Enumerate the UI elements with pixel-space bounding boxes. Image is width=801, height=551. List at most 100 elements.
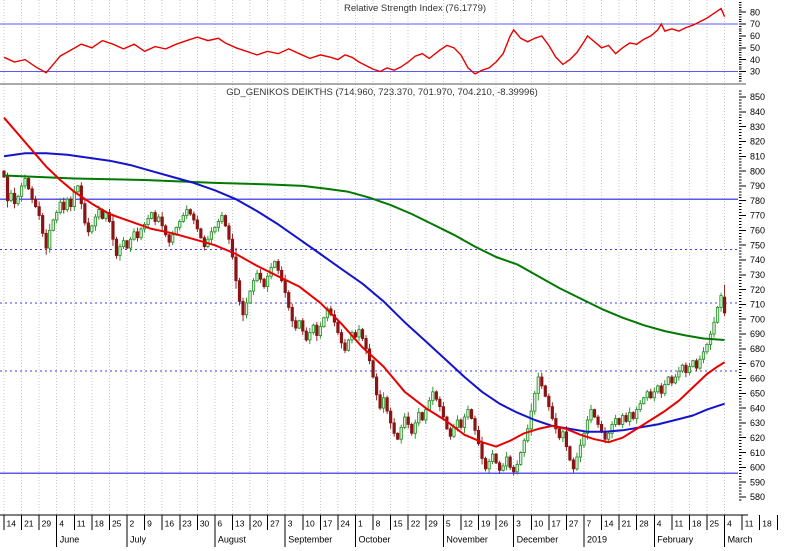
price-tick-label: 790	[750, 181, 765, 191]
candle-body	[164, 225, 168, 236]
candle-body	[606, 432, 611, 440]
rsi-tick-label: 30	[750, 67, 760, 77]
candle-body	[192, 213, 196, 221]
week-date-label: 10	[305, 519, 315, 529]
candle-body	[304, 330, 308, 341]
candle-body	[462, 416, 467, 428]
candle-body	[592, 409, 597, 418]
candle-body	[153, 212, 157, 222]
candle-body	[23, 178, 27, 187]
candle-body	[294, 320, 298, 329]
candle-body	[680, 364, 684, 372]
month-label: July	[130, 535, 147, 545]
candle-body	[167, 234, 171, 243]
candle-body	[209, 231, 213, 240]
candle-body	[30, 188, 34, 200]
candle-body	[642, 397, 646, 405]
candle-body	[276, 261, 280, 271]
price-tick-label: 600	[750, 463, 765, 473]
candle-body	[427, 400, 431, 410]
week-date-label: 3	[516, 519, 521, 529]
candle-body	[666, 376, 670, 385]
week-date-label: 1	[358, 519, 363, 529]
candle-body	[469, 409, 474, 419]
price-tick-label: 610	[750, 448, 765, 458]
week-date-label: 18	[94, 519, 104, 529]
candle-body	[705, 344, 709, 353]
candle-body	[568, 446, 572, 461]
price-tick-label: 760	[750, 226, 765, 236]
candle-body	[466, 409, 470, 418]
week-date-label: 21	[622, 519, 632, 529]
price-tick-label: 640	[750, 403, 765, 413]
price-tick-label: 810	[750, 151, 765, 161]
candle-body	[62, 201, 66, 210]
rsi-tick-label: 60	[750, 31, 760, 41]
rsi-title: Relative Strength Index (76.1779)	[344, 3, 486, 14]
candle-body	[403, 416, 407, 428]
candle-body	[19, 185, 24, 197]
candle-body	[9, 192, 13, 202]
candle-body	[596, 416, 600, 425]
rsi-panel: Relative Strength Index (76.1779)	[0, 3, 738, 75]
candle-body	[16, 195, 20, 205]
price-tick-label: 850	[750, 92, 765, 102]
candle-body	[603, 431, 607, 440]
week-date-label: 17	[551, 519, 561, 529]
candle-body	[455, 419, 460, 428]
candle-body	[86, 222, 90, 233]
candle-body	[410, 424, 414, 434]
candle-body	[48, 229, 52, 249]
candle-body	[508, 456, 512, 468]
candle-body	[290, 306, 294, 322]
bottom-date-axis: 14 21 29 4 11 18 25 2 9 16 23 30 6 13 20 27 3 10 17 24 1 8 15 2…	[0, 514, 778, 547]
candle-body	[199, 228, 203, 239]
week-date-label: 29	[42, 519, 52, 529]
candle-body	[413, 422, 417, 434]
candle-body	[220, 215, 224, 222]
candle-body	[526, 428, 530, 442]
candle-body	[533, 392, 537, 412]
price-tick-label: 690	[750, 329, 765, 339]
month-label: June	[60, 535, 80, 545]
week-date-label: 28	[639, 519, 649, 529]
candle-body	[406, 416, 410, 425]
candle-body	[378, 394, 382, 409]
week-date-label: 11	[674, 519, 683, 529]
week-date-label: 2	[130, 519, 135, 529]
week-date-label: 4	[727, 519, 732, 529]
price-title: GD_GENIKOS DEIKTHS (714.960, 723.370, 70…	[226, 87, 538, 98]
candle-body	[58, 201, 62, 213]
price-tick-label: 780	[750, 196, 765, 206]
candle-body	[353, 332, 358, 338]
week-date-label: 26	[499, 519, 509, 529]
price-panel: GD_GENIKOS DEIKTHS (714.960, 723.370, 70…	[0, 87, 738, 476]
candle-body	[111, 221, 115, 240]
price-tick-label: 720	[750, 285, 765, 295]
candle-body	[694, 360, 699, 369]
candle-body	[336, 321, 340, 333]
week-date-label: 16	[165, 519, 175, 529]
candle-body	[135, 231, 140, 239]
candle-body	[698, 358, 702, 369]
candle-body	[599, 424, 604, 433]
price-tick-label: 800	[750, 166, 765, 176]
week-date-label: 14	[7, 519, 17, 529]
week-date-label: 14	[604, 519, 614, 529]
candle-body	[684, 364, 688, 373]
candle-body	[490, 453, 495, 462]
week-date-label: 21	[24, 519, 34, 529]
candle-body	[287, 292, 291, 308]
rsi-tick-label: 80	[750, 7, 760, 17]
candle-body	[483, 458, 488, 470]
candle-body	[157, 216, 161, 222]
candle-body	[691, 360, 695, 368]
week-date-label: 27	[569, 519, 579, 529]
candle-body	[673, 376, 677, 384]
candle-body	[547, 395, 551, 408]
candle-body	[12, 192, 17, 205]
candle-body	[315, 324, 319, 336]
price-tick-label: 740	[750, 255, 765, 265]
candle-body	[139, 228, 143, 239]
candle-body	[571, 459, 576, 470]
